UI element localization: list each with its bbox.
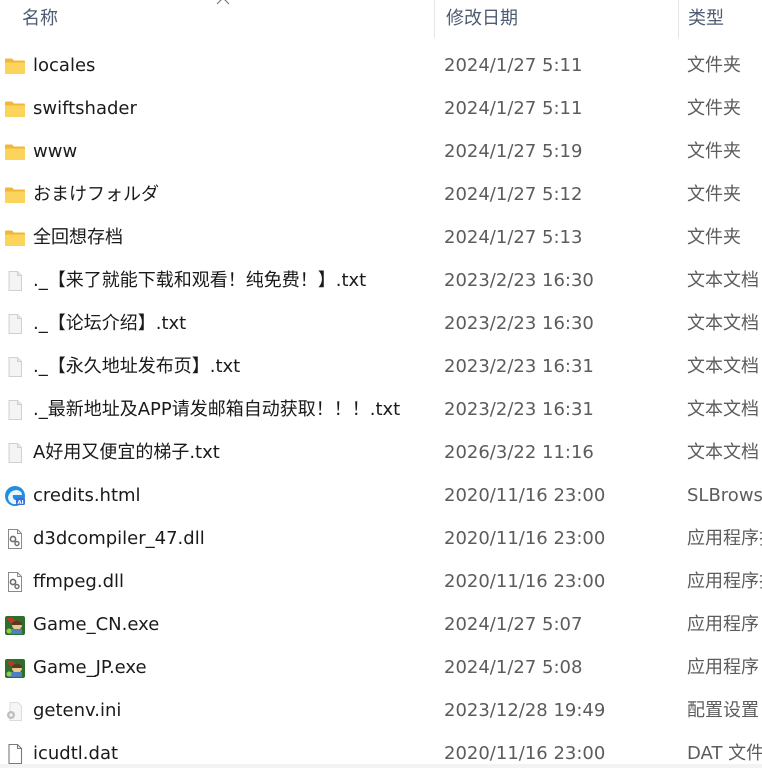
file-row[interactable]: ffmpeg.dll 2020/11/16 23:00 应用程序扩 bbox=[0, 560, 762, 603]
browser-html-icon: AI bbox=[4, 485, 26, 507]
file-type: 配置设置 bbox=[687, 700, 759, 721]
file-row[interactable]: locales 2024/1/27 5:11 文件夹 bbox=[0, 44, 762, 87]
file-modified-date: 2020/11/16 23:00 bbox=[444, 571, 606, 592]
column-header-name-label: 名称 bbox=[22, 8, 58, 29]
file-type: 文本文档 bbox=[687, 442, 759, 463]
file-row[interactable]: Game_JP.exe 2024/1/27 5:08 应用程序 bbox=[0, 646, 762, 689]
file-name: Game_JP.exe bbox=[33, 657, 147, 678]
file-list: locales 2024/1/27 5:11 文件夹 swiftshader 2024… bbox=[0, 44, 762, 768]
file-name: ffmpeg.dll bbox=[33, 571, 125, 592]
folder-icon bbox=[4, 98, 26, 120]
file-name: credits.html bbox=[33, 485, 141, 506]
text-file-icon bbox=[4, 356, 26, 378]
file-row[interactable]: icudtl.dat 2020/11/16 23:00 DAT 文件 bbox=[0, 732, 762, 768]
file-name: おまけフォルダ bbox=[33, 184, 159, 205]
file-row[interactable]: A好用又便宜的梯子.txt 2026/3/22 11:16 文本文档 bbox=[0, 431, 762, 474]
file-name: ._【永久地址发布页】.txt bbox=[33, 356, 241, 377]
file-type: 文件夹 bbox=[687, 227, 741, 248]
game-exe-icon bbox=[4, 657, 26, 679]
folder-icon bbox=[4, 184, 26, 206]
file-explorer: 名称 修改日期 类型 locales 2024/1/27 5:11 文件夹 swif… bbox=[0, 0, 762, 768]
file-row[interactable]: getenv.ini 2023/12/28 19:49 配置设置 bbox=[0, 689, 762, 732]
file-type: 应用程序扩 bbox=[687, 528, 762, 549]
column-header-type[interactable]: 类型 bbox=[678, 0, 762, 38]
file-modified-date: 2024/1/27 5:12 bbox=[444, 184, 583, 205]
file-name: A好用又便宜的梯子.txt bbox=[33, 442, 220, 463]
file-modified-date: 2023/2/23 16:30 bbox=[444, 270, 594, 291]
file-modified-date: 2024/1/27 5:11 bbox=[444, 55, 583, 76]
file-name: 全回想存档 bbox=[33, 227, 123, 248]
file-modified-date: 2023/12/28 19:49 bbox=[444, 700, 606, 721]
file-type: 文件夹 bbox=[687, 141, 741, 162]
file-row[interactable]: AI credits.html 2020/11/16 23:00 SLBrowse bbox=[0, 474, 762, 517]
file-modified-date: 2026/3/22 11:16 bbox=[444, 442, 594, 463]
file-name: d3dcompiler_47.dll bbox=[33, 528, 205, 549]
file-modified-date: 2024/1/27 5:13 bbox=[444, 227, 583, 248]
text-file-icon bbox=[4, 270, 26, 292]
file-type: DAT 文件 bbox=[687, 743, 762, 764]
file-row[interactable]: おまけフォルダ 2024/1/27 5:12 文件夹 bbox=[0, 173, 762, 216]
file-type: 文本文档 bbox=[687, 356, 759, 377]
file-type: SLBrowse bbox=[687, 485, 762, 506]
file-modified-date: 2020/11/16 23:00 bbox=[444, 528, 606, 549]
dll-file-icon bbox=[4, 571, 26, 593]
file-modified-date: 2020/11/16 23:00 bbox=[444, 485, 606, 506]
file-modified-date: 2024/1/27 5:08 bbox=[444, 657, 583, 678]
file-name: ._【来了就能下载和观看！纯免费！】.txt bbox=[33, 270, 367, 291]
file-row[interactable]: ._最新地址及APP请发邮箱自动获取！！！.txt 2023/2/23 16:31… bbox=[0, 388, 762, 431]
file-name: icudtl.dat bbox=[33, 743, 119, 764]
folder-icon bbox=[4, 141, 26, 163]
file-modified-date: 2024/1/27 5:11 bbox=[444, 98, 583, 119]
sort-ascending-icon bbox=[216, 0, 230, 6]
file-name: ._最新地址及APP请发邮箱自动获取！！！.txt bbox=[33, 399, 401, 420]
column-header-date-label: 修改日期 bbox=[446, 8, 518, 29]
column-header-bar: 名称 修改日期 类型 bbox=[0, 0, 762, 38]
file-type: 文本文档 bbox=[687, 313, 759, 334]
file-name: www bbox=[33, 141, 78, 162]
folder-icon bbox=[4, 55, 26, 77]
file-type: 应用程序扩 bbox=[687, 571, 762, 592]
file-name: ._【论坛介绍】.txt bbox=[33, 313, 187, 334]
column-header-date[interactable]: 修改日期 bbox=[434, 0, 677, 38]
file-modified-date: 2023/2/23 16:31 bbox=[444, 399, 594, 420]
column-header-type-label: 类型 bbox=[688, 8, 724, 29]
file-type: 应用程序 bbox=[687, 657, 759, 678]
file-name: Game_CN.exe bbox=[33, 614, 160, 635]
file-name: swiftshader bbox=[33, 98, 137, 119]
text-file-icon bbox=[4, 442, 26, 464]
svg-text:AI: AI bbox=[17, 500, 23, 506]
file-row[interactable]: ._【论坛介绍】.txt 2023/2/23 16:30 文本文档 bbox=[0, 302, 762, 345]
horizontal-scrollbar[interactable] bbox=[0, 764, 762, 768]
file-modified-date: 2024/1/27 5:19 bbox=[444, 141, 583, 162]
blank-file-icon bbox=[4, 743, 26, 765]
text-file-icon bbox=[4, 399, 26, 421]
file-type: 文件夹 bbox=[687, 184, 741, 205]
file-row[interactable]: ._【来了就能下载和观看！纯免费！】.txt 2023/2/23 16:30 文本文… bbox=[0, 259, 762, 302]
file-row[interactable]: 全回想存档 2024/1/27 5:13 文件夹 bbox=[0, 216, 762, 259]
file-type: 文件夹 bbox=[687, 55, 741, 76]
file-type: 文本文档 bbox=[687, 270, 759, 291]
file-row[interactable]: d3dcompiler_47.dll 2020/11/16 23:00 应用程序扩 bbox=[0, 517, 762, 560]
file-modified-date: 2020/11/16 23:00 bbox=[444, 743, 606, 764]
file-row[interactable]: swiftshader 2024/1/27 5:11 文件夹 bbox=[0, 87, 762, 130]
file-name: locales bbox=[33, 55, 96, 76]
file-type: 文件夹 bbox=[687, 98, 741, 119]
file-row[interactable]: ._【永久地址发布页】.txt 2023/2/23 16:31 文本文档 bbox=[0, 345, 762, 388]
game-exe-icon bbox=[4, 614, 26, 636]
file-row[interactable]: www 2024/1/27 5:19 文件夹 bbox=[0, 130, 762, 173]
config-file-icon bbox=[4, 700, 26, 722]
file-modified-date: 2024/1/27 5:07 bbox=[444, 614, 583, 635]
file-type: 文本文档 bbox=[687, 399, 759, 420]
file-name: getenv.ini bbox=[33, 700, 122, 721]
folder-icon bbox=[4, 227, 26, 249]
dll-file-icon bbox=[4, 528, 26, 550]
file-modified-date: 2023/2/23 16:31 bbox=[444, 356, 594, 377]
file-modified-date: 2023/2/23 16:30 bbox=[444, 313, 594, 334]
file-row[interactable]: Game_CN.exe 2024/1/27 5:07 应用程序 bbox=[0, 603, 762, 646]
file-type: 应用程序 bbox=[687, 614, 759, 635]
text-file-icon bbox=[4, 313, 26, 335]
